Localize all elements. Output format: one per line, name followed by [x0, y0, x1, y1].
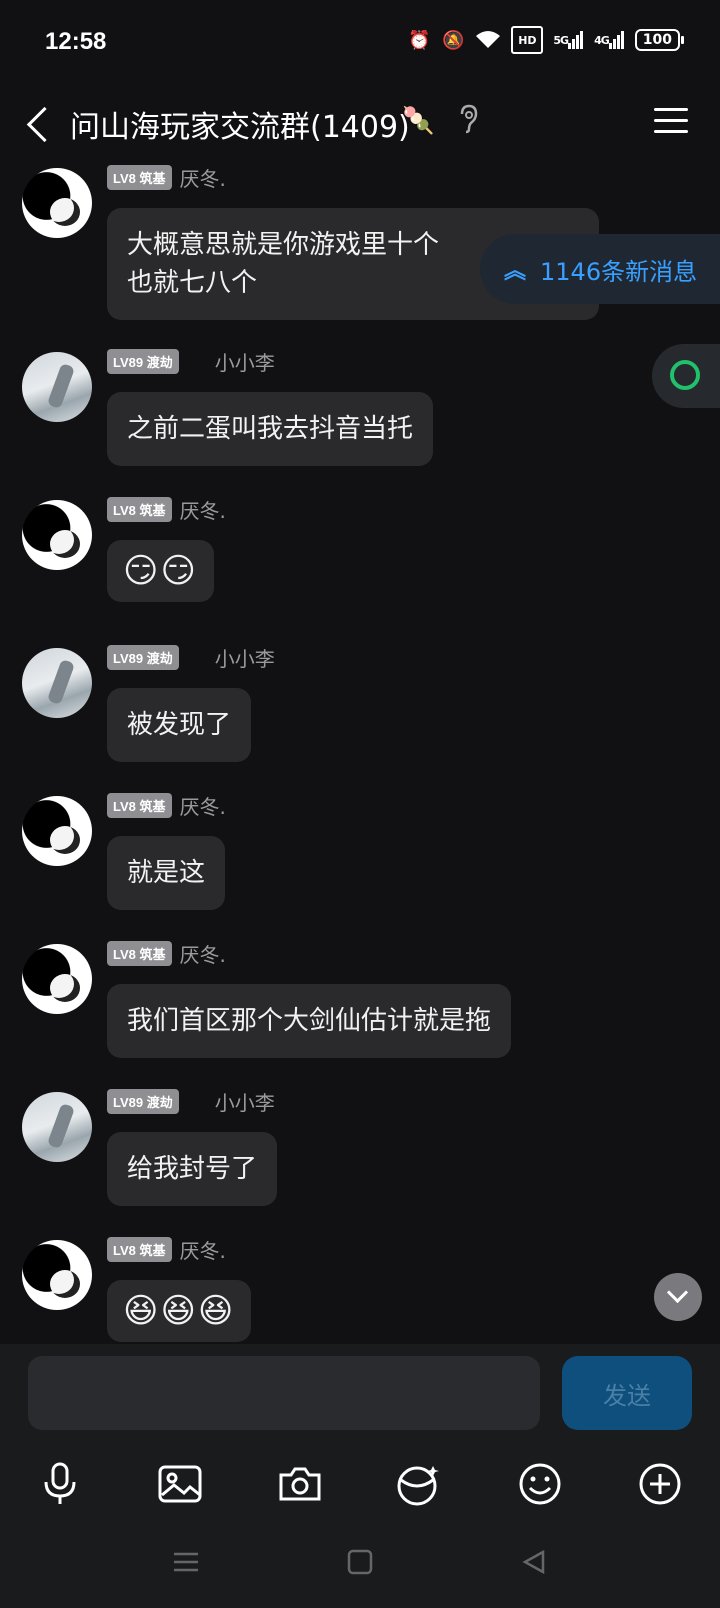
- system-nav-bar: [0, 1520, 720, 1608]
- status-time: 12:58: [45, 28, 107, 55]
- 5g-signal-icon: 5G: [553, 28, 584, 52]
- avatar[interactable]: [22, 648, 92, 718]
- level-badge: LV8 筑基: [107, 164, 172, 190]
- message-text: 之前二蛋叫我去抖音当托: [127, 414, 414, 444]
- message-bubble[interactable]: 被发现了: [107, 688, 252, 762]
- avatar[interactable]: [22, 168, 92, 238]
- send-button[interactable]: 发送: [562, 1356, 692, 1430]
- message-meta: LV8 筑基 厌冬.: [107, 1235, 226, 1264]
- level-badge: LV8 筑基: [107, 1236, 172, 1262]
- 4g-label: 4G: [594, 33, 610, 47]
- sender-name[interactable]: 厌冬.: [180, 495, 226, 524]
- message-meta: LV89 渡劫 小小李: [107, 643, 275, 672]
- double-up-arrow-icon: ︽: [504, 259, 527, 284]
- message-list[interactable]: LV8 筑基 厌冬. 大概意思就是你游戏里十个 也就七八个 LV89 渡劫 小小…: [0, 164, 720, 1344]
- message-meta: LV8 筑基 厌冬.: [107, 939, 226, 968]
- message-bubble[interactable]: 😆😆😆: [107, 1280, 252, 1342]
- level-badge: LV89 渡劫: [107, 1088, 179, 1114]
- status-bar: 12:58 ⏰ 🔕 HD 5G 4G 100: [0, 0, 720, 84]
- message-bubble[interactable]: 之前二蛋叫我去抖音当托: [107, 392, 434, 466]
- battery-icon: 100: [634, 29, 685, 51]
- sender-name[interactable]: 厌冬.: [180, 1235, 226, 1264]
- avatar[interactable]: [22, 944, 92, 1014]
- avatar[interactable]: [22, 1092, 92, 1162]
- sender-name[interactable]: 厌冬.: [180, 791, 226, 820]
- plus-icon[interactable]: [628, 1452, 692, 1516]
- chat-header: 问山海玩家交流群(1409) 🍡: [0, 84, 720, 164]
- message-meta: LV8 筑基 厌冬.: [107, 495, 226, 524]
- sender-name[interactable]: 小小李: [215, 347, 275, 376]
- status-icons: ⏰ 🔕 HD 5G 4G 100: [407, 26, 685, 54]
- ear-icon[interactable]: [458, 104, 480, 141]
- 5g-label: 5G: [553, 33, 569, 47]
- alarm-icon: ⏰: [408, 29, 431, 51]
- message-text: 我们首区那个大剑仙估计就是拖: [127, 1006, 492, 1036]
- avatar[interactable]: [22, 1240, 92, 1310]
- scroll-down-icon[interactable]: [654, 1273, 702, 1321]
- message-input[interactable]: [28, 1356, 540, 1430]
- level-badge: LV89 渡劫: [107, 644, 179, 670]
- level-badge: LV89 渡劫: [107, 348, 179, 374]
- message-bubble[interactable]: 😏😏: [107, 540, 214, 602]
- message-bubble[interactable]: 我们首区那个大剑仙估计就是拖: [107, 984, 512, 1058]
- image-icon[interactable]: [148, 1452, 212, 1516]
- camera-icon[interactable]: [268, 1452, 332, 1516]
- avatar[interactable]: [22, 796, 92, 866]
- message-text: 给我封号了: [127, 1154, 258, 1184]
- sender-name[interactable]: 小小李: [215, 1087, 275, 1116]
- float-app-icon[interactable]: [652, 344, 720, 408]
- recent-apps-icon[interactable]: [164, 1540, 208, 1584]
- group-badge-icon: 🍡: [402, 106, 435, 136]
- message-bubble[interactable]: 给我封号了: [107, 1132, 278, 1206]
- back-triangle-icon[interactable]: [512, 1540, 556, 1584]
- wifi-icon: [475, 28, 501, 52]
- message-meta: LV89 渡劫 小小李: [107, 1087, 275, 1116]
- new-messages-label: 1146条新消息: [540, 257, 698, 286]
- group-title[interactable]: 问山海玩家交流群(1409): [70, 102, 410, 146]
- avatar[interactable]: [22, 500, 92, 570]
- home-icon[interactable]: [338, 1540, 382, 1584]
- message-meta: LV89 渡劫 小小李: [107, 347, 275, 376]
- 4g-signal-icon: 4G: [594, 28, 625, 52]
- mute-bell-icon: 🔕: [442, 29, 465, 51]
- message-text: 被发现了: [127, 710, 232, 740]
- message-meta: LV8 筑基 厌冬.: [107, 791, 226, 820]
- avatar[interactable]: [22, 352, 92, 422]
- new-messages-jump-button[interactable]: ︽ 1146条新消息: [480, 234, 720, 304]
- sender-name[interactable]: 厌冬.: [180, 164, 226, 192]
- level-badge: LV8 筑基: [107, 496, 172, 522]
- sender-name[interactable]: 小小李: [215, 643, 275, 672]
- microphone-icon[interactable]: [28, 1452, 92, 1516]
- message-emoji: 😆😆😆: [123, 1291, 236, 1331]
- face-effect-icon[interactable]: [386, 1452, 450, 1516]
- back-arrow-icon[interactable]: [22, 96, 62, 152]
- message-bubble[interactable]: 就是这: [107, 836, 226, 910]
- level-badge: LV8 筑基: [107, 940, 172, 966]
- hd-icon: HD: [511, 26, 544, 54]
- menu-icon[interactable]: [654, 104, 688, 138]
- sender-name[interactable]: 厌冬.: [180, 939, 226, 968]
- emoji-icon[interactable]: [508, 1452, 572, 1516]
- message-text: 就是这: [127, 858, 206, 888]
- level-badge: LV8 筑基: [107, 792, 172, 818]
- message-meta: LV8 筑基 厌冬.: [107, 164, 226, 192]
- message-emoji: 😏😏: [123, 551, 198, 591]
